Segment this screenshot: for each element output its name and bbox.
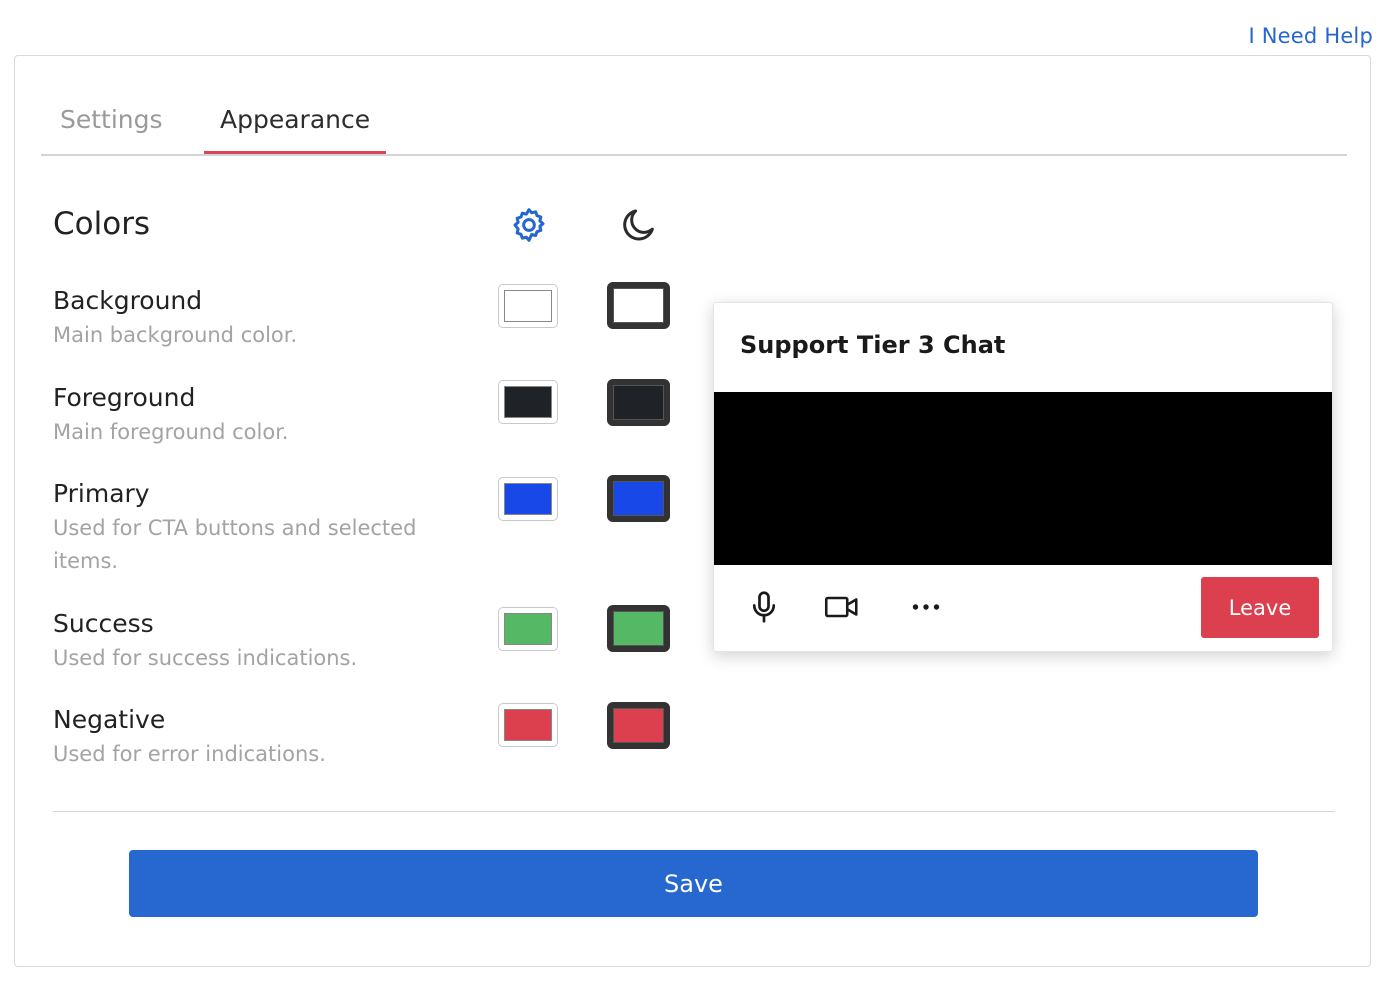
swatch-fill [504,613,552,645]
leave-button[interactable]: Leave [1201,577,1319,638]
more-options-icon[interactable] [908,589,944,625]
color-description: Main foreground color. [53,420,289,444]
color-description: Used for success indications. [53,646,358,670]
color-row-primary: Primary Used for CTA buttons and selecte… [53,477,453,578]
primary-light-swatch[interactable] [498,477,558,521]
divider [53,811,1335,812]
tab-bar: Settings Appearance [41,94,1347,156]
swatch-fill [504,709,552,741]
microphone-icon[interactable] [746,589,782,625]
primary-dark-swatch[interactable] [607,475,670,522]
success-light-swatch[interactable] [498,607,558,651]
negative-dark-swatch[interactable] [607,702,670,749]
foreground-light-swatch[interactable] [498,380,558,424]
color-label: Success [53,609,154,638]
video-area [714,392,1332,565]
swatch-fill [613,481,664,516]
section-title: Colors [53,206,151,242]
appearance-card: Settings Appearance Colors Background Ma… [14,55,1371,967]
video-camera-icon[interactable] [824,589,860,625]
color-row-success: Success Used for success indications. [53,607,473,675]
color-description: Main background color. [53,323,298,347]
color-label: Foreground [53,383,196,412]
color-row-background: Background Main background color. [53,284,473,352]
help-link[interactable]: I Need Help [1249,24,1374,48]
background-light-swatch[interactable] [498,284,558,328]
swatch-fill [613,708,664,743]
color-label: Negative [53,705,166,734]
chat-preview-panel: Support Tier 3 Chat Leave [713,302,1333,652]
preview-title: Support Tier 3 Chat [740,331,1006,359]
tab-appearance[interactable]: Appearance [204,94,386,154]
foreground-dark-swatch[interactable] [607,379,670,426]
tab-settings[interactable]: Settings [44,94,179,154]
swatch-fill [504,290,552,322]
color-description: Used for CTA buttons and selected items. [53,516,417,573]
color-label: Background [53,286,203,315]
color-label: Primary [53,479,150,508]
moon-icon[interactable] [619,205,659,245]
success-dark-swatch[interactable] [607,605,670,652]
gear-icon[interactable] [509,205,549,245]
negative-light-swatch[interactable] [498,703,558,747]
swatch-fill [613,611,664,646]
swatch-fill [613,288,664,323]
swatch-fill [613,385,664,420]
color-description: Used for error indications. [53,742,326,766]
swatch-fill [504,386,552,418]
color-row-foreground: Foreground Main foreground color. [53,381,473,449]
color-row-negative: Negative Used for error indications. [53,703,473,771]
swatch-fill [504,483,552,515]
save-button[interactable]: Save [129,850,1258,917]
background-dark-swatch[interactable] [607,282,670,329]
